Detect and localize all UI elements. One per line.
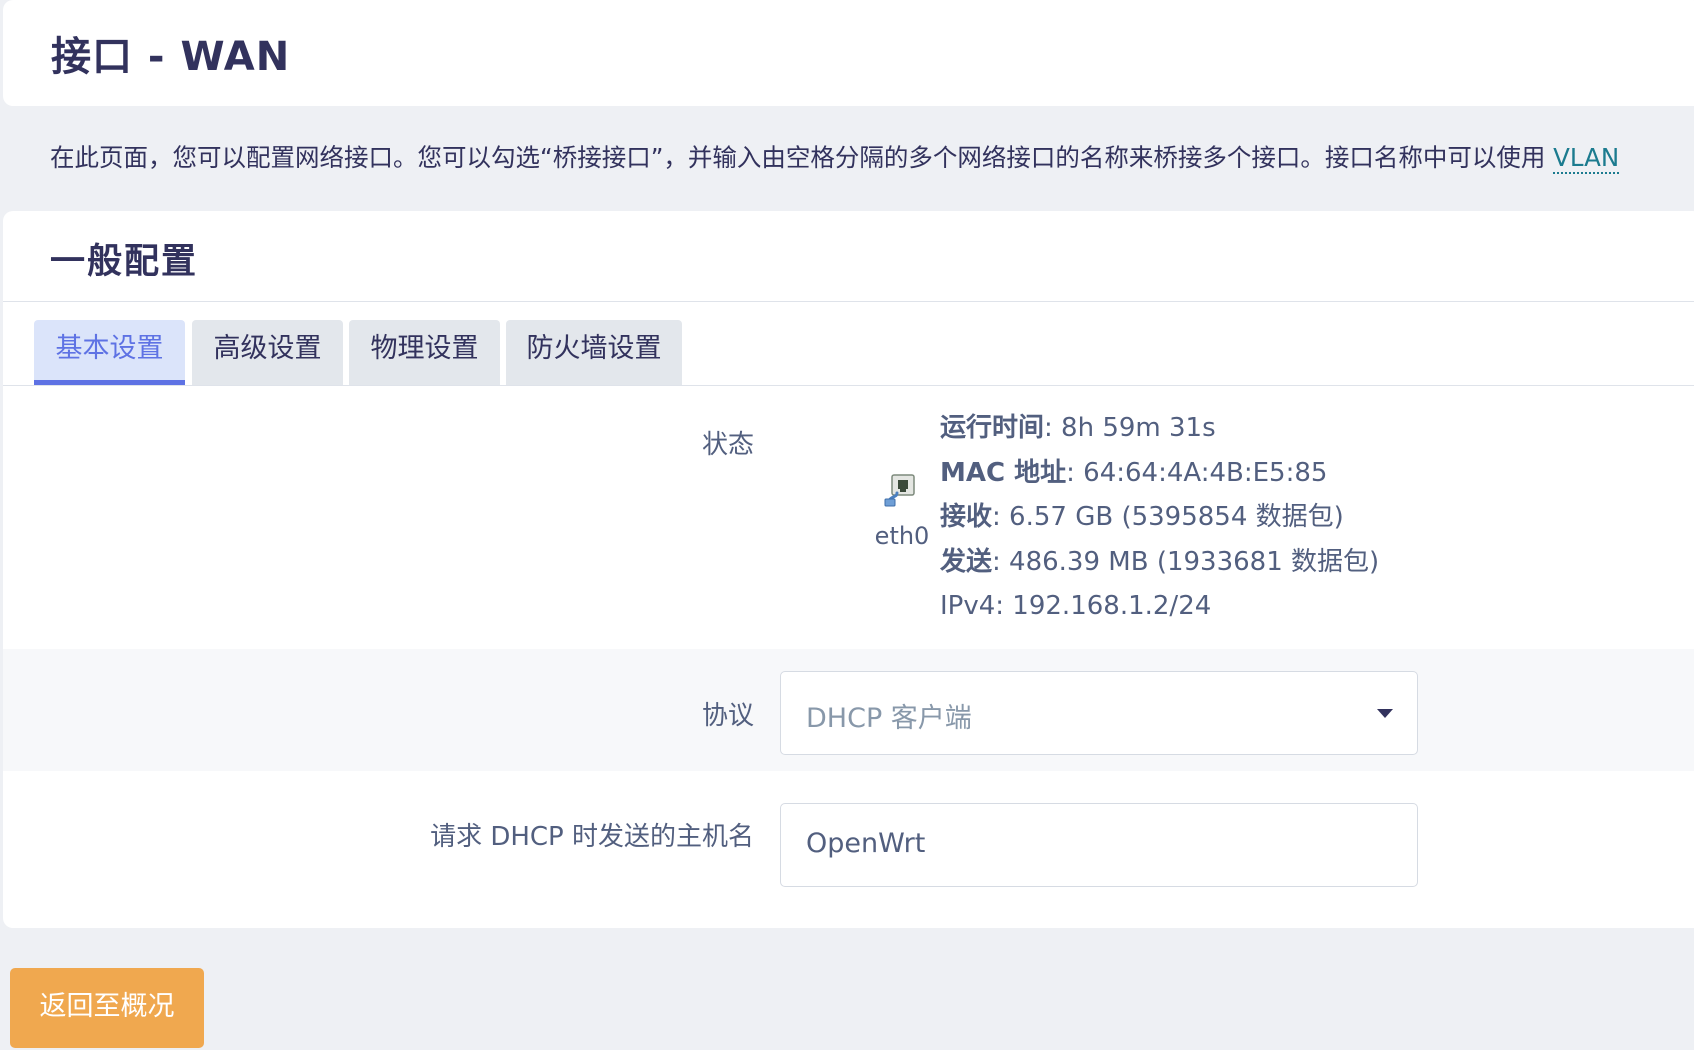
tab-basic-settings[interactable]: 基本设置: [34, 320, 185, 385]
status-key: 发送: [940, 546, 993, 577]
status-value: : 486.39 MB (1933681 数据包): [992, 546, 1380, 577]
status-key: MAC 地址: [940, 457, 1067, 488]
device-name: eth0: [874, 522, 930, 550]
section-divider: [3, 301, 1694, 302]
general-config-card: 一般配置 基本设置 高级设置 物理设置 防火墙设置 状态 eth0 运行时间: …: [3, 211, 1694, 928]
protocol-select[interactable]: DHCP 客户端: [780, 671, 1418, 755]
status-value: IPv4: 192.168.1.2/24: [940, 591, 1212, 621]
status-line-uptime: 运行时间: 8h 59m 31s: [940, 406, 1379, 451]
tab-advanced-settings[interactable]: 高级设置: [192, 320, 343, 385]
status-value: : 64:64:4A:4B:E5:85: [1066, 457, 1328, 488]
page-description: 在此页面，您可以配置网络接口。您可以勾选“桥接接口”，并输入由空格分隔的多个网络…: [50, 139, 1620, 174]
chevron-down-icon: [1377, 709, 1393, 718]
status-details: 运行时间: 8h 59m 31s MAC 地址: 64:64:4A:4B:E5:…: [940, 406, 1379, 629]
status-line-ipv4: IPv4: 192.168.1.2/24: [940, 584, 1379, 629]
hostname-value: OpenWrt: [806, 828, 926, 859]
protocol-label: 协议: [701, 701, 754, 731]
hostname-input[interactable]: OpenWrt: [780, 803, 1418, 887]
description-text: 在此页面，您可以配置网络接口。您可以勾选“桥接接口”，并输入由空格分隔的多个网络…: [50, 143, 1554, 172]
hostname-label: 请求 DHCP 时发送的主机名: [430, 822, 754, 852]
status-key: 运行时间: [940, 413, 1045, 443]
title-card: 接口 - WAN: [3, 0, 1694, 106]
tab-firewall-settings[interactable]: 防火墙设置: [506, 320, 682, 385]
status-line-tx: 发送: 486.39 MB (1933681 数据包): [940, 540, 1379, 585]
status-value: : 6.57 GB (5395854 数据包): [992, 502, 1344, 532]
status-key: 接收: [940, 502, 993, 532]
status-label: 状态: [701, 430, 754, 460]
tab-physical-settings[interactable]: 物理设置: [349, 320, 500, 385]
back-to-overview-button[interactable]: 返回至概况: [10, 968, 204, 1048]
vlan-link[interactable]: VLAN: [1553, 143, 1620, 174]
protocol-selected-value: DHCP 客户端: [806, 703, 972, 734]
ethernet-port-icon: [884, 474, 915, 507]
page-title: 接口 - WAN: [51, 34, 291, 80]
status-value: : 8h 59m 31s: [1044, 413, 1216, 443]
status-line-mac: MAC 地址: 64:64:4A:4B:E5:85: [940, 451, 1379, 496]
section-title: 一般配置: [50, 242, 199, 282]
protocol-row: 协议 DHCP 客户端: [3, 649, 1694, 771]
hostname-row: 请求 DHCP 时发送的主机名 OpenWrt: [3, 771, 1694, 927]
status-line-rx: 接收: 6.57 GB (5395854 数据包): [940, 495, 1379, 540]
